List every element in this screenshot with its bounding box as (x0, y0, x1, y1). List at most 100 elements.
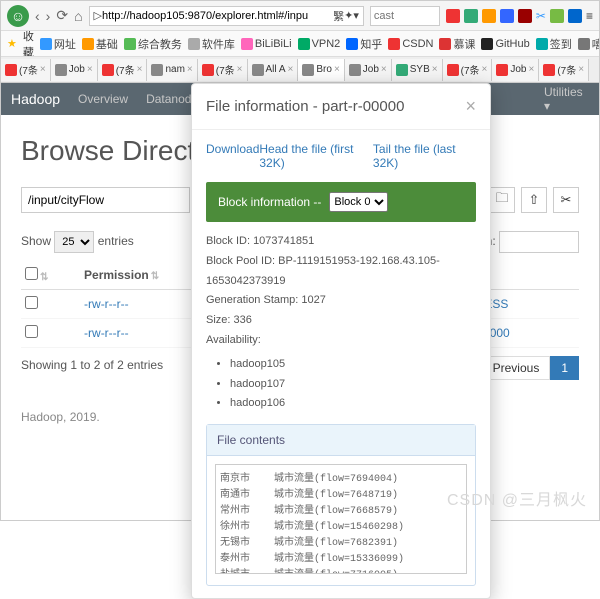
tab-favicon (496, 64, 508, 76)
tab-close-icon[interactable]: × (40, 64, 46, 75)
browser-tab[interactable]: nam× (147, 59, 197, 81)
tab-close-icon[interactable]: × (87, 64, 93, 75)
tab-close-icon[interactable]: × (237, 64, 243, 75)
tab-close-icon[interactable]: × (528, 64, 534, 75)
ext-icon[interactable] (446, 9, 460, 23)
browser-tab[interactable]: All A× (248, 59, 299, 81)
browser-tab[interactable]: Job× (492, 59, 539, 81)
bookmark-item[interactable]: BiLiBiLi (241, 38, 292, 50)
browser-tab[interactable]: (7条× (443, 59, 493, 81)
sort-icon[interactable]: ⇅ (40, 272, 48, 283)
block-select[interactable]: Block 0 (329, 192, 388, 212)
browser-tab[interactable]: (7条× (98, 59, 148, 81)
cut-button[interactable]: ✂ (553, 187, 579, 213)
file-contents-text[interactable] (215, 464, 467, 574)
bookmark-label: 综合教务 (138, 36, 182, 52)
col-checkbox[interactable]: ⇅ (21, 261, 80, 290)
browser-tab[interactable]: SYB× (392, 59, 443, 81)
browser-tab[interactable]: Bro× (298, 59, 344, 81)
tab-label: (7条 (216, 62, 235, 77)
tab-favicon (5, 64, 17, 76)
bookmark-item[interactable]: 知乎 (346, 36, 382, 52)
bookmark-item[interactable]: VPN2 (298, 38, 341, 50)
file-contents-title: File contents (207, 425, 475, 456)
nav-overview[interactable]: Overview (78, 92, 128, 106)
browser-tab[interactable]: (7条× (539, 59, 589, 81)
tab-close-icon[interactable]: × (432, 64, 438, 75)
availability-hosts: hadoop105hadoop107hadoop106 (230, 355, 476, 414)
browser-logo: ☺ (7, 5, 29, 27)
bookmark-item[interactable]: CSDN (388, 38, 433, 50)
prev-button[interactable]: Previous (482, 356, 551, 380)
ext-icon[interactable] (500, 9, 514, 23)
menu-icon[interactable]: ≡ (586, 9, 593, 23)
bookmark-item[interactable]: 综合教务 (124, 36, 182, 52)
brand-label[interactable]: Hadoop (11, 91, 60, 107)
page-1-button[interactable]: 1 (550, 356, 579, 380)
ext-icon[interactable] (464, 9, 478, 23)
availability-label: Availability: (206, 331, 476, 351)
host-item: hadoop105 (230, 355, 476, 375)
nav-utilities[interactable]: Utilities ▾ (544, 85, 589, 113)
tail-file-link[interactable]: Tail the file (last 32K) (373, 142, 476, 170)
permission-cell[interactable]: -rw-r--r-- (84, 297, 129, 311)
scissors-icon[interactable]: ✂ (536, 9, 546, 23)
table-search-input[interactable] (499, 231, 579, 253)
tab-close-icon[interactable]: × (288, 64, 294, 75)
upload-button[interactable]: ⇧ (521, 187, 547, 213)
bookmark-item[interactable]: GitHub (481, 38, 529, 50)
back-icon[interactable]: ‹ (35, 8, 40, 24)
show-label-pre: Show (21, 234, 51, 248)
browser-tab[interactable]: Job× (345, 59, 392, 81)
bookmark-icon (578, 38, 590, 50)
browser-tab[interactable]: Job× (51, 59, 98, 81)
tab-label: Job (510, 64, 526, 75)
bookmark-item[interactable]: 嘻唰唰 (578, 36, 599, 52)
file-contents-panel: File contents (206, 424, 476, 586)
browser-search[interactable] (370, 6, 440, 26)
tab-close-icon[interactable]: × (137, 64, 143, 75)
ext-icon[interactable] (568, 9, 582, 23)
bookmark-label: GitHub (495, 38, 529, 50)
extension-bar: ✂ ≡ (446, 9, 593, 23)
bookmark-item[interactable]: 软件库 (188, 36, 235, 52)
url-input[interactable] (102, 10, 333, 22)
tab-label: (7条 (557, 62, 576, 77)
new-folder-button[interactable]: 🗀 (489, 187, 515, 213)
bookmark-item[interactable]: 签到 (536, 36, 572, 52)
row-checkbox[interactable] (25, 296, 38, 309)
url-bar[interactable]: ▷ 繄 ✦ ▾ (89, 6, 364, 26)
home-icon[interactable]: ⌂ (74, 8, 82, 24)
bookmark-label: 软件库 (202, 36, 235, 52)
bookmark-item[interactable]: 网址 (40, 36, 76, 52)
close-icon[interactable]: × (465, 96, 476, 117)
ext-icon[interactable] (518, 9, 532, 23)
page-length-select[interactable]: 25 (54, 231, 94, 253)
tab-close-icon[interactable]: × (578, 64, 584, 75)
select-all-checkbox[interactable] (25, 267, 38, 280)
tab-close-icon[interactable]: × (334, 64, 340, 75)
download-link[interactable]: Download (206, 142, 259, 170)
permission-cell[interactable]: -rw-r--r-- (84, 326, 129, 340)
tab-label: nam (165, 64, 184, 75)
browser-tab[interactable]: (7条× (198, 59, 248, 81)
bookmark-item[interactable]: 基础 (82, 36, 118, 52)
chevron-down-icon[interactable]: ▾ (353, 9, 359, 22)
tab-close-icon[interactable]: × (187, 64, 193, 75)
forward-icon[interactable]: › (46, 8, 51, 24)
tab-close-icon[interactable]: × (381, 64, 387, 75)
row-checkbox[interactable] (25, 325, 38, 338)
ext-icon[interactable] (482, 9, 496, 23)
path-input[interactable] (21, 187, 190, 213)
reload-icon[interactable]: ⟳ (56, 7, 68, 24)
bookmark-item[interactable]: 慕课 (439, 36, 475, 52)
globe-icon: ▷ (94, 9, 102, 22)
block-pool-id: Block Pool ID: BP-1119151953-192.168.43.… (206, 252, 476, 292)
tab-close-icon[interactable]: × (482, 64, 488, 75)
browser-tab[interactable]: (7条× (1, 59, 51, 81)
ext-icon[interactable] (550, 9, 564, 23)
rss-icon[interactable]: ✦ (344, 9, 353, 22)
bookmark-icon[interactable]: 繄 (333, 8, 344, 24)
head-file-link[interactable]: Head the file (first 32K) (259, 142, 373, 170)
sort-icon[interactable]: ⇅ (151, 271, 159, 282)
